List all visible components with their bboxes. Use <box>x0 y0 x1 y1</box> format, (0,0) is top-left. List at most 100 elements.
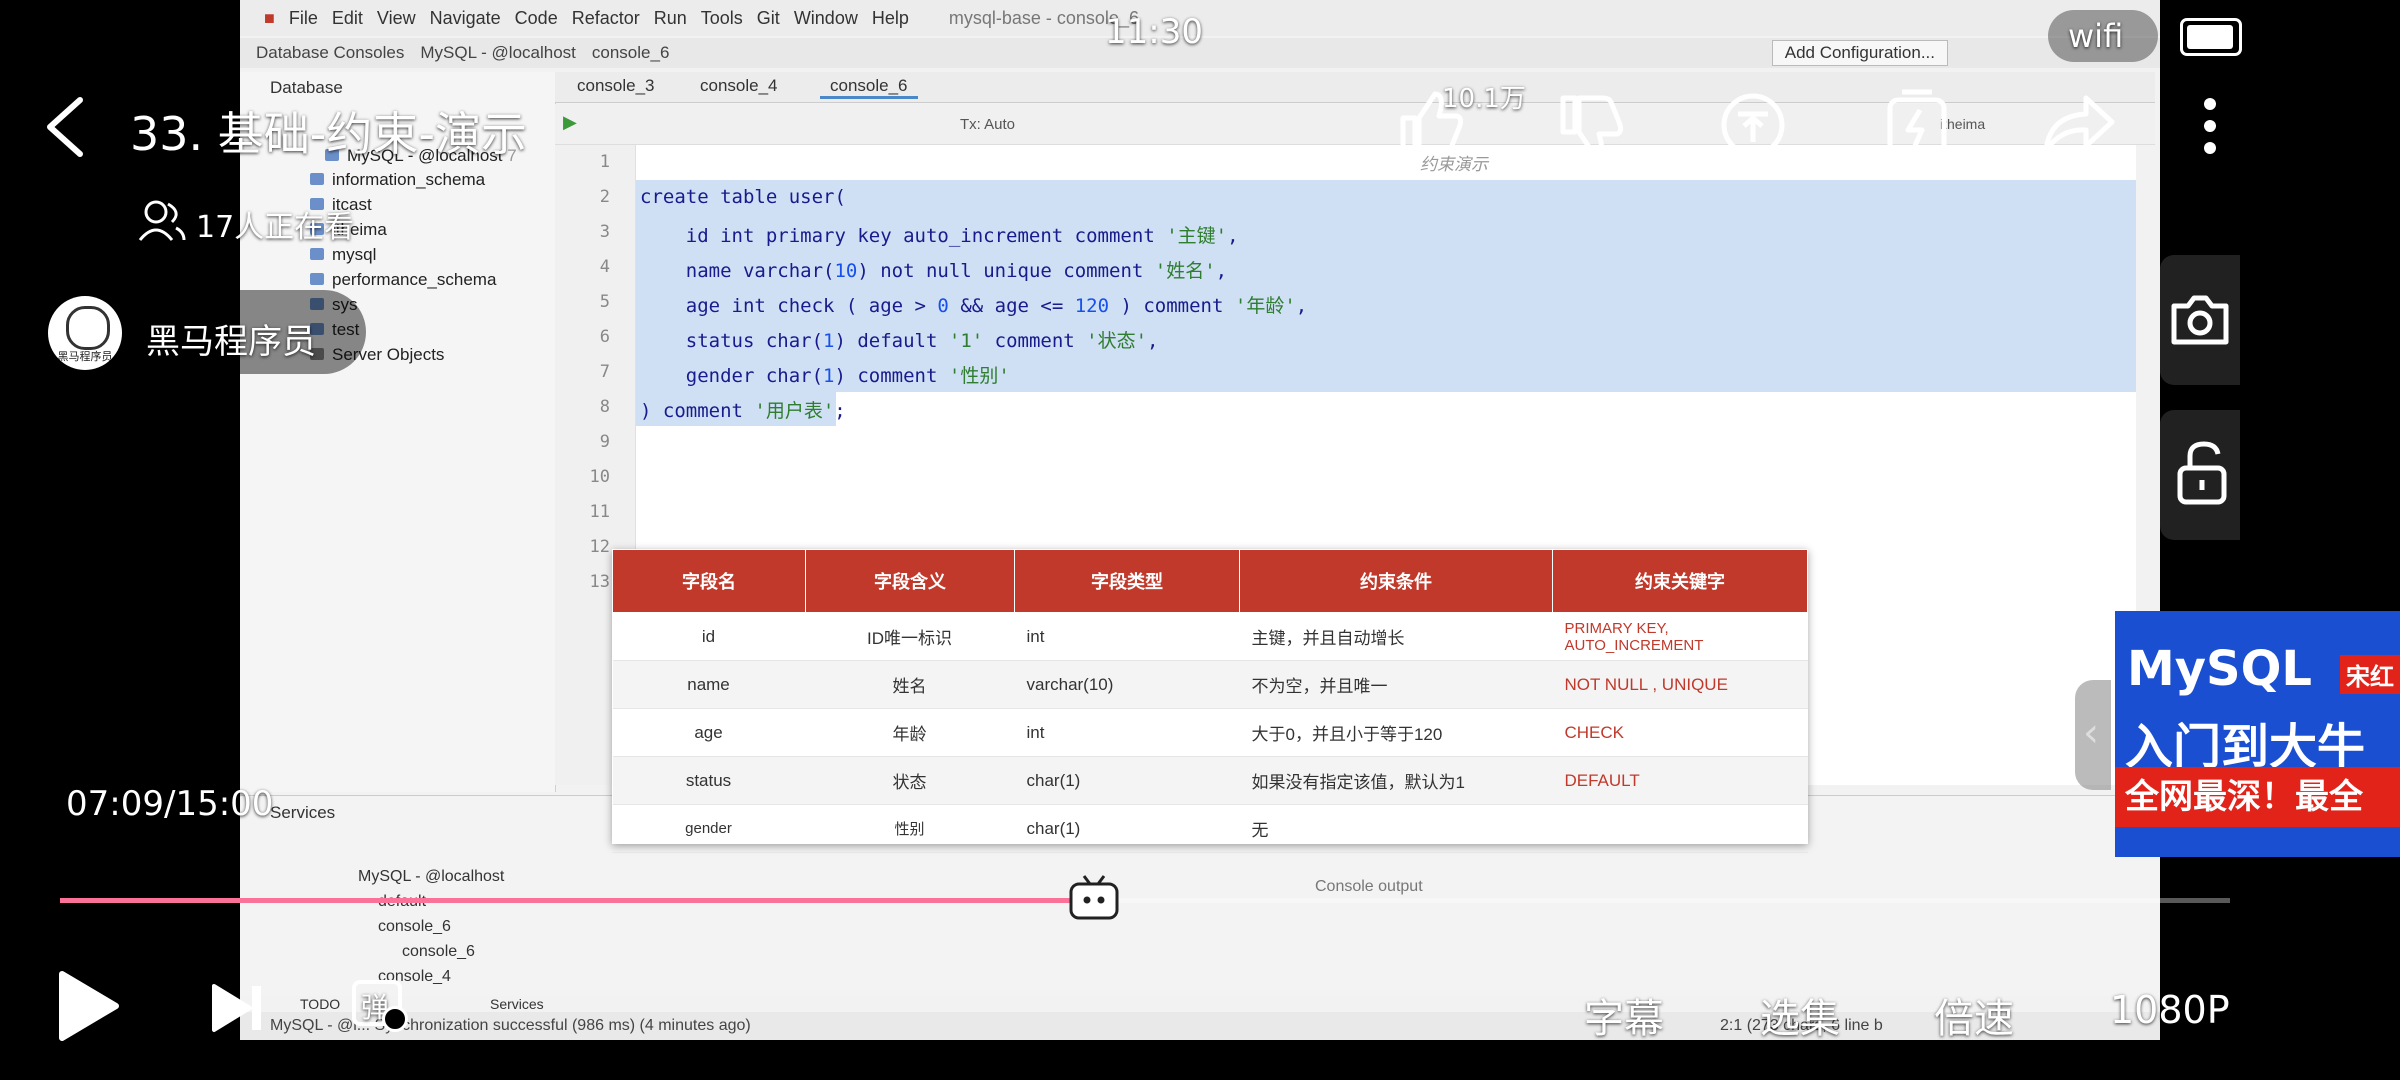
code-line: create table user( <box>640 186 846 208</box>
tree-schema: information_schema <box>310 170 485 190</box>
table-cell: 大于0，并且小于等于120 <box>1239 708 1553 757</box>
table-cell: 状态 <box>805 756 1015 805</box>
line-number: 1 <box>599 152 610 172</box>
line-number: 4 <box>599 257 610 277</box>
line-number: 8 <box>599 397 610 417</box>
more-icon[interactable] <box>2200 96 2220 156</box>
menu-tools: Tools <box>700 7 743 28</box>
tab-console-3: console_3 <box>577 76 655 95</box>
bottom-tab-todo: TODO <box>300 996 341 1012</box>
line-number: 11 <box>589 502 610 522</box>
table-header: 字段类型 <box>1014 549 1240 613</box>
table-cell: 年龄 <box>805 708 1015 757</box>
line-number: 5 <box>599 292 610 312</box>
tree-schema: performance_schema <box>310 270 496 290</box>
services-tree-item: MySQL - @localhost <box>358 868 505 885</box>
table-cell <box>1552 804 1808 853</box>
constraint-table: 字段名 字段含义 字段类型 约束条件 约束关键字 id ID唯一标识 int 主… <box>612 549 1808 853</box>
table-cell: 姓名 <box>805 660 1015 709</box>
tab-console-4: console_4 <box>700 76 778 95</box>
unlock-icon[interactable] <box>2174 440 2230 506</box>
viewers-count: 17人正在看 <box>196 210 355 245</box>
table-header: 约束关键字 <box>1552 549 1808 613</box>
menu-view: View <box>376 7 416 28</box>
tv-progress-thumb-icon[interactable] <box>1068 874 1120 922</box>
menu-window: Window <box>793 7 858 28</box>
battery-icon <box>2180 18 2242 56</box>
table-cell: id <box>612 612 806 661</box>
table-row: name 姓名 varchar(10) 不为空，并且唯一 NOT NULL , … <box>612 660 1808 709</box>
menu-navigate: Navigate <box>429 7 501 28</box>
next-icon[interactable] <box>210 982 266 1034</box>
chevron-left-icon: ‹ <box>2083 710 2099 756</box>
back-icon[interactable] <box>40 94 90 160</box>
play-icon[interactable] <box>52 968 122 1044</box>
line-number: 13 <box>589 572 610 592</box>
services-tree-item: console_6 <box>378 918 451 935</box>
add-configuration-button: Add Configuration... <box>1771 40 1948 66</box>
ad-line1: MySQL <box>2127 641 2313 697</box>
wifi-badge: wifi <box>2048 10 2158 62</box>
tree-schema: mysql <box>310 245 376 265</box>
code-line: status char(1) default '1' comment '状态', <box>640 330 1159 352</box>
camera-icon[interactable] <box>2170 292 2230 346</box>
database-panel-title: Database <box>270 78 343 97</box>
coin-icon[interactable] <box>1718 90 1788 160</box>
status-time: 11:30 <box>1105 12 1203 52</box>
table-cell: char(1) <box>1014 804 1240 853</box>
code-line: name varchar(10) not null unique comment… <box>640 260 1228 282</box>
table-cell: age <box>612 708 806 757</box>
table-cell: NOT NULL , UNIQUE <box>1552 660 1808 709</box>
menu-run: Run <box>653 7 687 28</box>
table-cell: 如果没有指定该值，默认为1 <box>1239 756 1553 805</box>
dislike-icon[interactable] <box>1555 92 1625 162</box>
services-label: Services <box>270 803 336 822</box>
uploader-name[interactable]: 黑马程序员 <box>146 314 316 363</box>
ad-banner[interactable]: MySQL 宋红 入门到大牛 全网最深！最全 <box>2115 611 2400 857</box>
table-cell: 主键，并且自动增长 <box>1239 612 1553 661</box>
line-number: 10 <box>589 467 610 487</box>
table-cell: gender <box>612 804 806 853</box>
menu-code: Code <box>514 7 558 28</box>
bottom-tab-services: Services <box>490 996 544 1012</box>
table-cell: 性别 <box>805 804 1015 853</box>
console-output-label: Console output <box>1315 878 1423 895</box>
episodes-button[interactable]: 选集 <box>1760 986 1840 1044</box>
table-cell: CHECK <box>1552 708 1808 757</box>
ad-tag: 宋红 <box>2340 655 2400 694</box>
line-number: 6 <box>599 327 610 347</box>
table-row: id ID唯一标识 int 主键，并且自动增长 PRIMARY KEY, AUT… <box>612 612 1808 661</box>
code-line: id int primary key auto_increment commen… <box>640 225 1239 247</box>
ide-logo-icon: ■ <box>264 7 275 28</box>
viewers-icon <box>138 200 186 241</box>
breadcrumb-item: Database Consoles <box>256 43 405 62</box>
line-number: 2 <box>599 187 610 207</box>
speed-button[interactable]: 倍速 <box>1934 986 2014 1044</box>
danmaku-toggle-icon[interactable]: 弹 <box>352 980 410 1032</box>
menu-edit: Edit <box>331 7 363 28</box>
favorite-icon[interactable] <box>1882 88 1952 162</box>
breadcrumb-item: MySQL - @localhost <box>420 43 576 62</box>
table-header: 约束条件 <box>1239 549 1553 613</box>
line-number: 3 <box>599 222 610 242</box>
progress-fill <box>60 898 1094 903</box>
playback-time: 07:09/15:00 <box>66 784 274 824</box>
line-number: 9 <box>599 432 610 452</box>
table-header: 字段含义 <box>805 549 1015 613</box>
status-text: MySQL - @l... Synchronization successful… <box>270 1017 751 1034</box>
table-cell: 不为空，并且唯一 <box>1239 660 1553 709</box>
breadcrumb-item: console_6 <box>591 43 670 62</box>
ide-statusbar: MySQL - @l... Synchronization successful… <box>240 1012 2160 1040</box>
table-row: age 年龄 int 大于0，并且小于等于120 CHECK <box>612 708 1808 757</box>
ide-video-frame: ■ File Edit View Navigate Code Refactor … <box>240 0 2160 1040</box>
table-row: status 状态 char(1) 如果没有指定该值，默认为1 DEFAULT <box>612 756 1808 805</box>
line-number: 7 <box>599 362 610 382</box>
quality-button[interactable]: 1080P <box>2110 988 2230 1032</box>
like-count: 10.1万 <box>1442 84 1526 114</box>
menu-help: Help <box>871 7 909 28</box>
subtitle-button[interactable]: 字幕 <box>1584 986 1664 1044</box>
ad-line3: 全网最深！最全 <box>2115 767 2400 827</box>
share-icon[interactable] <box>2040 90 2116 156</box>
uploader-avatar[interactable]: 黑马程序员 <box>48 296 122 370</box>
collapse-handle[interactable]: ‹ <box>2075 680 2111 790</box>
